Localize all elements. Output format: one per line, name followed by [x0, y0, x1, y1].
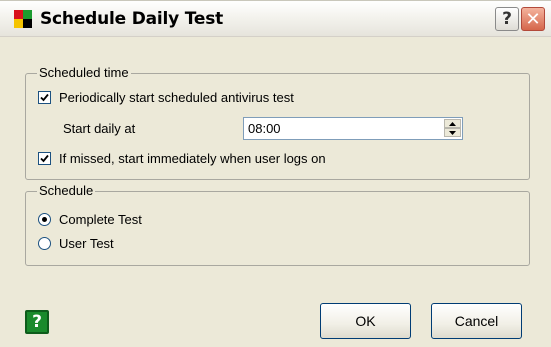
- user-test-label: User Test: [59, 236, 114, 251]
- help-button[interactable]: ?: [25, 310, 49, 334]
- schedule-legend: Schedule: [37, 183, 96, 198]
- user-test-option[interactable]: User Test: [38, 236, 114, 251]
- missed-start-label: If missed, start immediately when user l…: [59, 151, 326, 166]
- missed-start-checkbox[interactable]: [38, 152, 51, 165]
- schedule-daily-test-dialog: Schedule Daily Test ? ✕ Scheduled time P…: [0, 0, 551, 347]
- start-daily-row: Start daily at: [63, 121, 135, 136]
- window-title: Schedule Daily Test: [40, 9, 224, 29]
- periodic-start-checkbox[interactable]: [38, 91, 51, 104]
- complete-test-radio[interactable]: [38, 213, 51, 226]
- scheduled-time-legend: Scheduled time: [37, 65, 131, 80]
- schedule-group: Schedule: [25, 183, 530, 266]
- app-icon: [14, 10, 32, 28]
- start-daily-label: Start daily at: [63, 121, 136, 136]
- cancel-button[interactable]: Cancel: [431, 303, 522, 339]
- time-spinner[interactable]: [444, 119, 461, 138]
- start-time-input[interactable]: [248, 120, 428, 137]
- spin-up-button[interactable]: [444, 119, 461, 128]
- complete-test-option[interactable]: Complete Test: [38, 212, 142, 227]
- complete-test-label: Complete Test: [59, 212, 142, 227]
- arrow-up-icon: [449, 121, 456, 126]
- spin-down-button[interactable]: [444, 128, 461, 137]
- check-icon: [40, 154, 49, 163]
- periodic-start-row[interactable]: Periodically start scheduled antivirus t…: [38, 90, 294, 105]
- ok-button[interactable]: OK: [320, 303, 411, 339]
- start-time-field[interactable]: [243, 117, 463, 140]
- title-bar: Schedule Daily Test ? ✕: [0, 1, 551, 37]
- periodic-start-label: Periodically start scheduled antivirus t…: [59, 90, 294, 105]
- title-help-button[interactable]: ?: [495, 7, 519, 31]
- user-test-radio[interactable]: [38, 237, 51, 250]
- check-icon: [40, 93, 49, 102]
- close-button[interactable]: ✕: [521, 7, 545, 31]
- missed-start-row[interactable]: If missed, start immediately when user l…: [38, 151, 326, 166]
- arrow-down-icon: [449, 130, 456, 135]
